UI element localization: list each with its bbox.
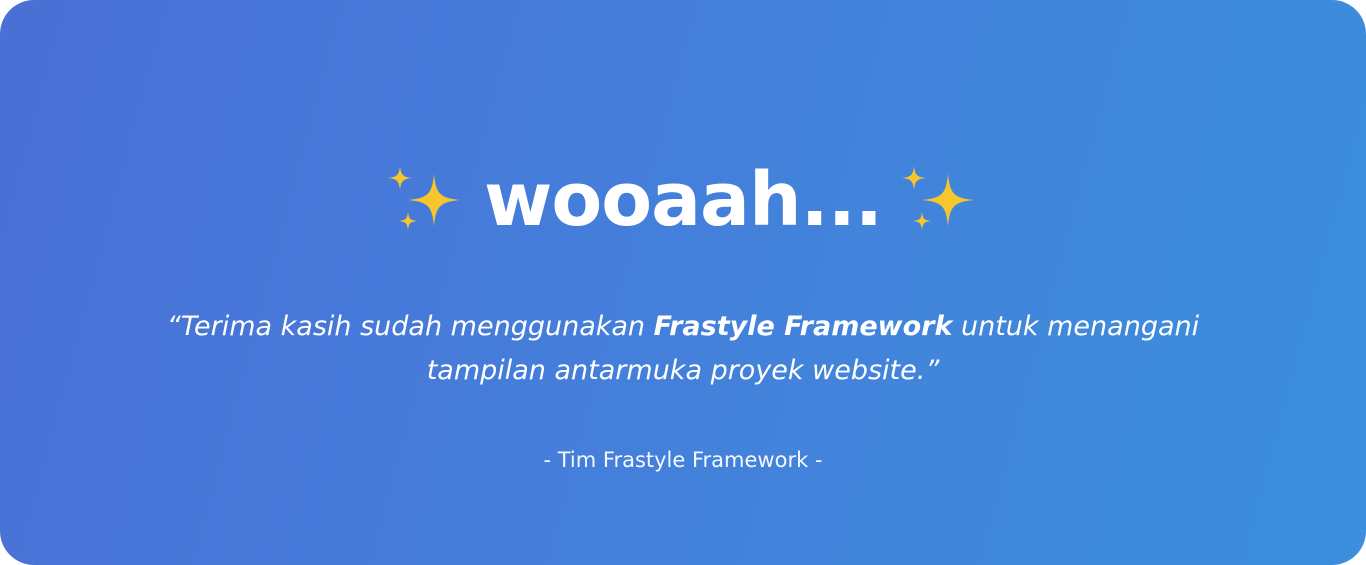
- thank-you-quote: “Terima kasih sudah menggunakan Frastyle…: [150, 305, 1216, 393]
- quote-text-start: “Terima kasih sudah menggunakan: [166, 311, 654, 342]
- sparkles-icon: [388, 166, 461, 230]
- signature: - Tim Frastyle Framework -: [543, 448, 823, 472]
- headline-row: wooaah...: [0, 150, 1366, 250]
- headline-text: wooaah...: [484, 157, 883, 243]
- thank-you-card: wooaah... “Terima kasih sudah menggunaka…: [0, 0, 1366, 565]
- framework-name: Frastyle Framework: [653, 311, 953, 342]
- sparkles-icon: [901, 166, 974, 230]
